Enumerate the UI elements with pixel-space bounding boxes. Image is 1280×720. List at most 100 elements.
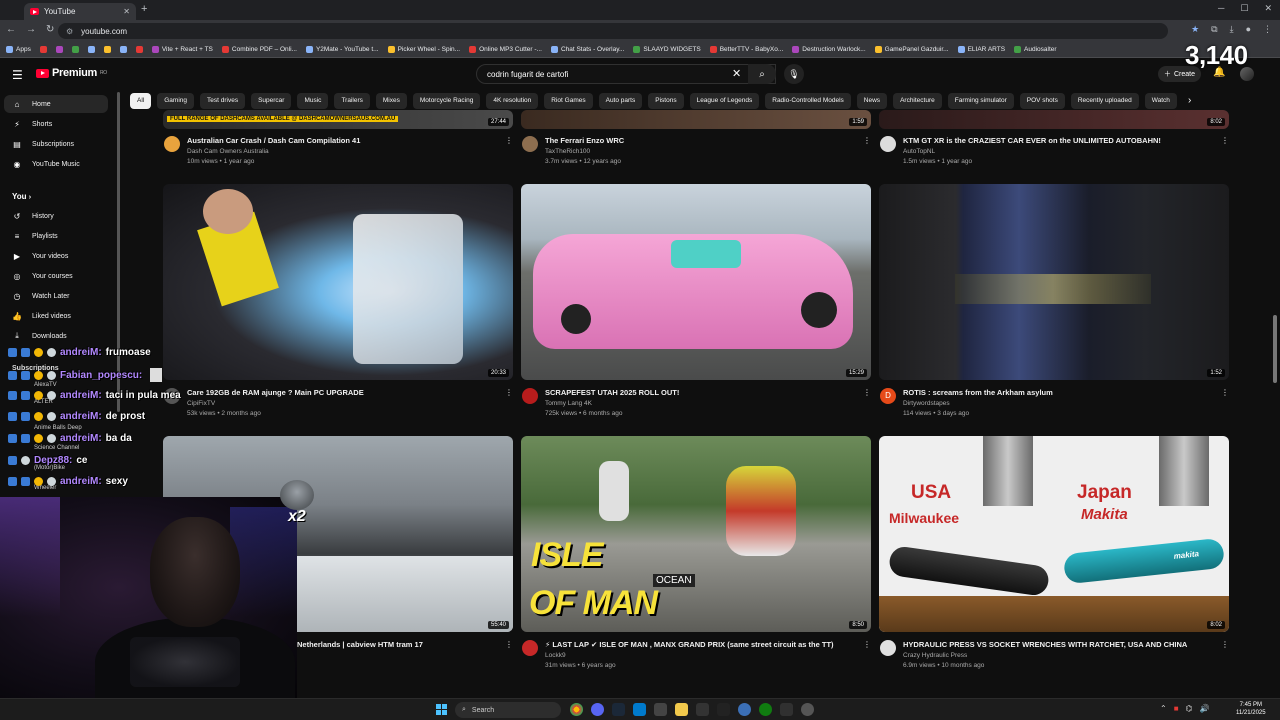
more-options-icon[interactable]: ⋮ xyxy=(505,640,513,649)
channel-name[interactable]: AutoTopNL xyxy=(903,148,935,155)
discord-icon[interactable] xyxy=(591,703,604,716)
sidebar-item-watch-later[interactable]: ◷ Watch Later xyxy=(4,287,108,305)
channel-name[interactable]: Lockk9 xyxy=(545,652,566,659)
sidebar-item-playlists[interactable]: ≡ Playlists xyxy=(4,227,108,245)
video-thumbnail[interactable]: 15:29 xyxy=(521,184,871,380)
search-input[interactable]: codrin fugarit de cartofi xyxy=(476,64,776,84)
filter-chip[interactable]: POV shots xyxy=(1019,93,1065,109)
app-icon[interactable] xyxy=(696,703,709,716)
more-options-icon[interactable]: ⋮ xyxy=(863,640,871,649)
sidebar-item-your-courses[interactable]: ◎ Your courses xyxy=(4,267,108,285)
sidebar-scrollbar[interactable] xyxy=(117,92,120,412)
filter-chip[interactable]: Trailers xyxy=(334,93,370,109)
bookmark-icon-7[interactable] xyxy=(135,46,143,53)
xbox-icon[interactable] xyxy=(759,703,772,716)
chevron-up-icon[interactable]: ⌃ xyxy=(1160,704,1167,713)
filter-chip[interactable]: Music xyxy=(297,93,329,109)
video-thumbnail[interactable]: 8:02 xyxy=(879,110,1229,129)
more-options-icon[interactable]: ⋮ xyxy=(1221,640,1229,649)
filter-chip[interactable]: League of Legends xyxy=(689,93,760,109)
taskbar-clock[interactable]: 7:45 PM 11/21/2025 xyxy=(1236,701,1266,717)
filter-chip[interactable]: Test drives xyxy=(200,93,246,109)
maximize-icon[interactable]: ☐ xyxy=(1240,3,1248,14)
filter-chip[interactable]: Farming simulator xyxy=(947,93,1014,109)
video-thumbnail[interactable]: FULL RANGE OF DASHCAMS AVAILABLE @ DASHC… xyxy=(163,110,513,129)
steam-icon[interactable] xyxy=(612,703,625,716)
filter-chip[interactable]: Auto parts xyxy=(598,93,643,109)
bookmark-star-icon[interactable]: ★ xyxy=(1191,24,1199,35)
minimize-icon[interactable]: ─ xyxy=(1218,3,1224,14)
app-icon[interactable] xyxy=(738,703,751,716)
bookmark-bettertv[interactable]: BetterTTV - BabyXo... xyxy=(709,46,783,53)
more-options-icon[interactable]: ⋮ xyxy=(1221,388,1229,397)
video-title[interactable]: ROTIS : screams from the Arkham asylum xyxy=(903,388,1053,397)
video-title[interactable]: HYDRAULIC PRESS VS SOCKET WRENCHES WITH … xyxy=(903,640,1187,649)
menu-icon[interactable]: ⋮ xyxy=(1263,24,1272,35)
obs-icon[interactable] xyxy=(780,703,793,716)
app-icon[interactable] xyxy=(654,703,667,716)
bookmark-y2mate[interactable]: Y2Mate - YouTube t... xyxy=(305,46,379,53)
filter-chip[interactable]: Mixes xyxy=(375,93,407,109)
sidebar-item-subscriptions[interactable]: ▤ Subscriptions xyxy=(4,135,108,153)
video-title[interactable]: Netherlands | cabview HTM tram 17 xyxy=(297,640,423,649)
network-icon[interactable]: ⌬ xyxy=(1186,704,1193,713)
filter-chip[interactable]: Gaming xyxy=(157,93,194,109)
volume-icon[interactable]: 🔊 xyxy=(1200,704,1210,713)
chrome-icon[interactable] xyxy=(570,703,583,716)
more-options-icon[interactable]: ⋮ xyxy=(863,388,871,397)
channel-name[interactable]: Crazy Hydraulic Press xyxy=(903,652,967,659)
channel-name[interactable]: CipiFixTV xyxy=(187,400,215,407)
bookmark-mp3-cutter[interactable]: Online MP3 Cutter -... xyxy=(469,46,542,53)
close-tab-icon[interactable]: ✕ xyxy=(123,7,130,16)
video-thumbnail[interactable]: USA Milwaukee Japan Makita makita 8:02 xyxy=(879,436,1229,632)
more-options-icon[interactable]: ⋮ xyxy=(505,136,513,145)
close-window-icon[interactable]: ✕ xyxy=(1264,3,1272,14)
channel-avatar[interactable] xyxy=(880,136,896,152)
sidebar-item-liked-videos[interactable]: 👍 Liked videos xyxy=(4,307,108,325)
filter-chip[interactable]: All xyxy=(130,93,152,109)
new-tab-button[interactable]: + xyxy=(141,3,147,15)
profile-icon[interactable]: ● xyxy=(1246,24,1251,35)
back-icon[interactable]: ← xyxy=(6,24,16,35)
windows-start-icon[interactable] xyxy=(436,704,447,715)
bookmark-slaayd[interactable]: SLAAYD WIDGETS xyxy=(633,46,701,53)
bookmark-icon-6[interactable] xyxy=(119,46,127,53)
bookmark-audiosalter[interactable]: Audiosalter xyxy=(1014,46,1057,53)
search-button[interactable]: ⌕ xyxy=(748,64,776,84)
more-options-icon[interactable]: ⋮ xyxy=(1221,136,1229,145)
forward-icon[interactable]: → xyxy=(26,24,36,35)
channel-name[interactable]: TaxTheRich100 xyxy=(545,148,590,155)
bookmark-icon-5[interactable] xyxy=(103,46,111,53)
filter-chip[interactable]: Radio-Controlled Models xyxy=(765,93,851,109)
video-thumbnail[interactable]: 1:59 xyxy=(521,110,871,129)
chevron-right-icon[interactable]: › xyxy=(1188,95,1191,106)
bookmark-gamepanel[interactable]: GamePanel Gazduir... xyxy=(874,46,949,53)
app-icon[interactable] xyxy=(801,703,814,716)
filter-chip[interactable]: 4K resolution xyxy=(486,93,539,109)
filter-chip[interactable]: Riot Games xyxy=(544,93,593,109)
bookmark-icon-2[interactable] xyxy=(55,46,63,53)
taskbar-search[interactable]: ⌕ Search xyxy=(455,702,561,718)
bookmark-destruction-warlock[interactable]: Destruction Warlock... xyxy=(792,46,866,53)
channel-avatar[interactable] xyxy=(522,640,538,656)
address-bar[interactable]: ⚙ youtube.com xyxy=(58,23,1168,39)
more-options-icon[interactable]: ⋮ xyxy=(863,136,871,145)
bookmark-icon-3[interactable] xyxy=(71,46,79,53)
channel-name[interactable]: Tommy Lang 4K xyxy=(545,400,592,407)
channel-avatar[interactable] xyxy=(522,136,538,152)
page-scrollbar[interactable] xyxy=(1273,315,1277,383)
sidebar-item-home[interactable]: ⌂ Home xyxy=(4,95,108,113)
video-title[interactable]: ⚡ LAST LAP ✔ ISLE OF MAN , MANX GRAND PR… xyxy=(545,640,834,649)
video-title[interactable]: Australian Car Crash / Dash Cam Compilat… xyxy=(187,136,360,145)
reload-icon[interactable]: ↻ xyxy=(46,24,54,35)
filter-chip[interactable]: Architecture xyxy=(893,93,942,109)
voice-search-button[interactable]: 🎙 xyxy=(784,64,804,84)
bookmark-icon-4[interactable] xyxy=(87,46,95,53)
browser-tab-youtube[interactable]: YouTube ✕ xyxy=(24,3,136,20)
video-thumbnail[interactable]: 20:33 xyxy=(163,184,513,380)
filter-chip[interactable]: Recently uploaded xyxy=(1070,93,1139,109)
channel-name[interactable]: Dirtywordstapes xyxy=(903,400,950,407)
bookmark-combine-pdf[interactable]: Combine PDF – Onli... xyxy=(221,46,297,53)
sidebar-item-your-videos[interactable]: ▶ Your videos xyxy=(4,247,108,265)
extensions-icon[interactable]: ⧉ xyxy=(1211,24,1217,35)
